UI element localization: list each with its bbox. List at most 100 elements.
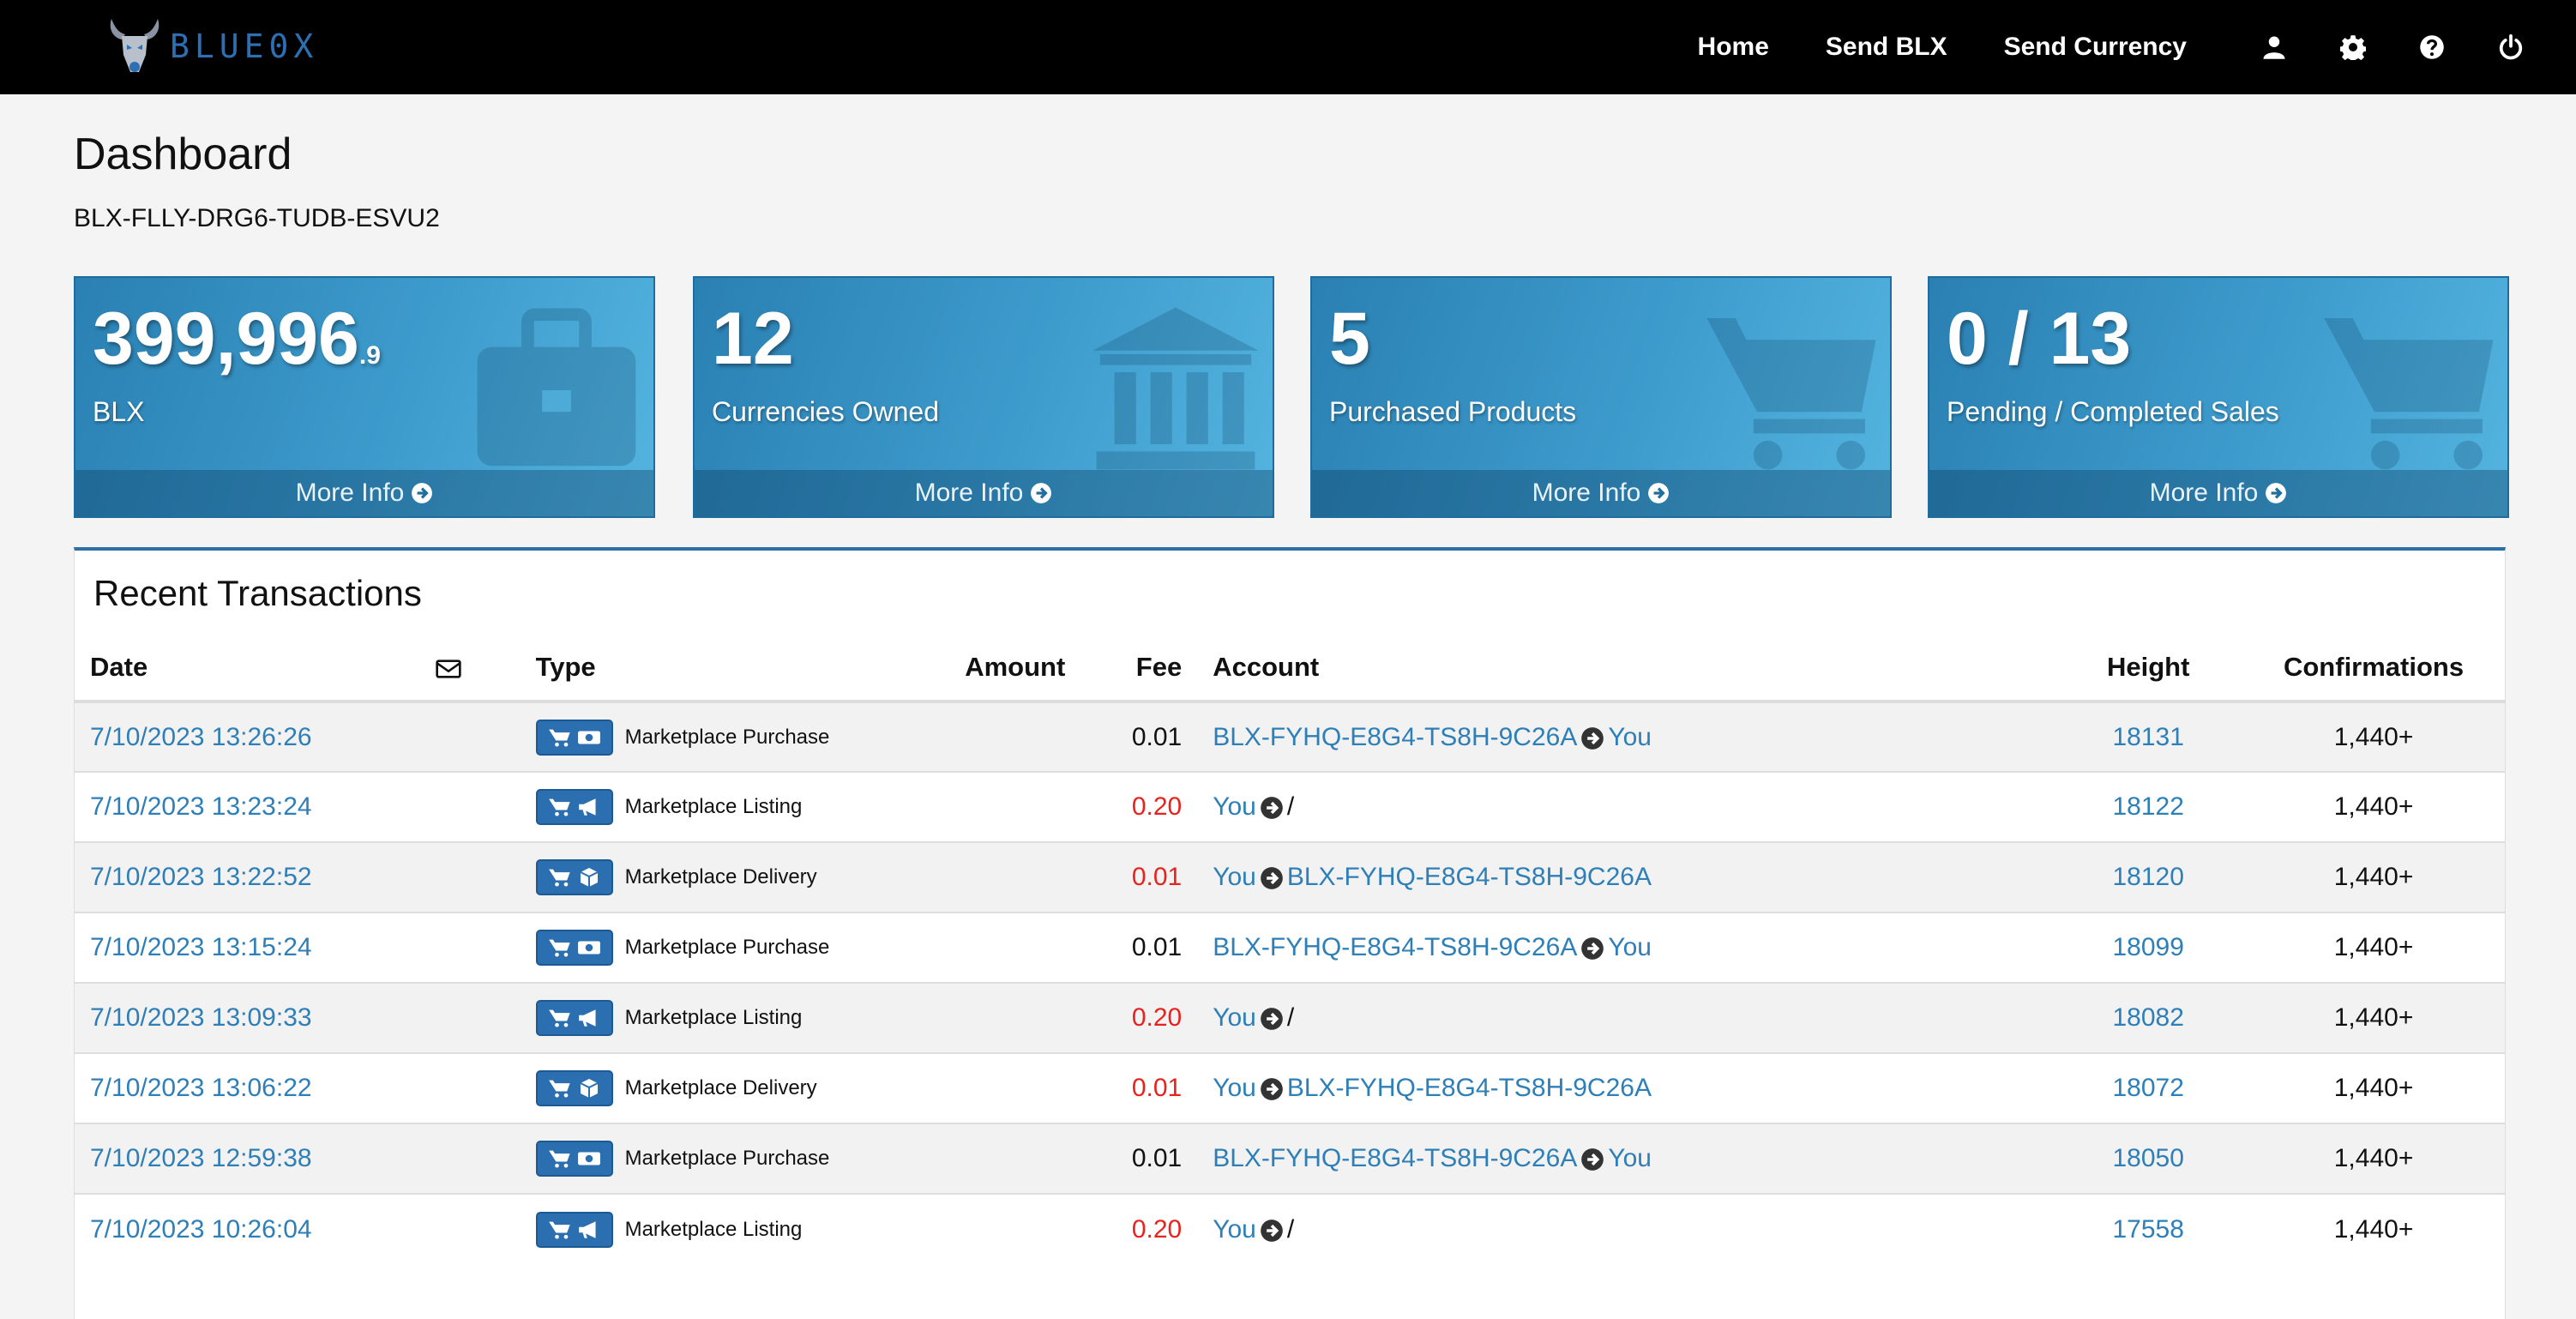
question-icon[interactable]	[2392, 0, 2471, 94]
tx-height-link[interactable]: 18131	[2113, 723, 2184, 751]
tx-account-to[interactable]: BLX-FYHQ-E8G4-TS8H-9C26A	[1287, 1074, 1652, 1102]
tx-account-to[interactable]: You	[1608, 723, 1652, 751]
cart-icon	[548, 798, 570, 816]
table-row[interactable]: 7/10/2023 13:22:52 Marketplace Delivery …	[75, 841, 2505, 912]
more-info-link-currencies[interactable]: More Info	[695, 470, 1273, 516]
tx-date[interactable]: 7/10/2023 13:09:33	[75, 982, 435, 1053]
type-badge[interactable]	[535, 1211, 613, 1248]
arrow-circle-right-icon	[1647, 482, 1670, 504]
col-date[interactable]: Date	[75, 635, 435, 703]
more-info-link-purchased[interactable]: More Info	[1312, 470, 1890, 516]
tx-amount	[906, 1123, 1086, 1194]
tx-height-link[interactable]: 18099	[2113, 933, 2184, 961]
tx-date-link[interactable]: 7/10/2023 13:09:33	[90, 1003, 312, 1032]
table-row[interactable]: 7/10/2023 13:26:26 Marketplace Purchase …	[75, 701, 2505, 772]
cart-icon	[548, 869, 570, 887]
table-row[interactable]: 7/10/2023 13:23:24 Marketplace Listing 0…	[75, 771, 2505, 842]
tx-date-link[interactable]: 7/10/2023 13:26:26	[90, 723, 312, 751]
tx-height-link[interactable]: 18050	[2113, 1144, 2184, 1172]
table-row[interactable]: 7/10/2023 13:09:33 Marketplace Listing 0…	[75, 982, 2505, 1053]
tx-account-to: /	[1286, 1003, 1295, 1032]
tx-height[interactable]: 17558	[2054, 1193, 2243, 1264]
type-badge[interactable]	[535, 719, 613, 756]
tx-amount	[906, 841, 1086, 912]
tx-account-from[interactable]: You	[1213, 1074, 1256, 1102]
type-badge[interactable]	[535, 1070, 613, 1106]
tx-height[interactable]: 18099	[2054, 912, 2243, 983]
type-badge[interactable]	[535, 930, 613, 966]
arrow-circle-right-icon	[1030, 482, 1052, 504]
brand-logo[interactable]: BLUE0X	[106, 15, 318, 77]
col-amount[interactable]: Amount	[906, 635, 1086, 703]
tx-account-to[interactable]: BLX-FYHQ-E8G4-TS8H-9C26A	[1287, 863, 1652, 891]
gear-icon[interactable]	[2314, 0, 2392, 94]
tx-height-link[interactable]: 17558	[2113, 1215, 2184, 1244]
table-row[interactable]: 7/10/2023 13:06:22 Marketplace Delivery …	[75, 1052, 2505, 1123]
nav-home-link[interactable]: Home	[1698, 33, 1769, 62]
tx-account-from[interactable]: BLX-FYHQ-E8G4-TS8H-9C26A	[1213, 1144, 1577, 1172]
info-box-currencies: 12 Currencies Owned More Info	[693, 276, 1274, 518]
tx-height-link[interactable]: 18122	[2113, 792, 2184, 821]
tx-height[interactable]: 18072	[2054, 1052, 2243, 1123]
tx-date[interactable]: 7/10/2023 12:59:38	[75, 1123, 435, 1194]
tx-date[interactable]: 7/10/2023 13:06:22	[75, 1052, 435, 1123]
tx-date-link[interactable]: 7/10/2023 13:22:52	[90, 863, 312, 891]
tx-account-from[interactable]: You	[1213, 792, 1256, 821]
tx-date[interactable]: 7/10/2023 13:15:24	[75, 912, 435, 983]
tx-fee: 0.01	[1086, 701, 1198, 772]
tx-account-from[interactable]: You	[1213, 863, 1256, 891]
nav-send-blx-link[interactable]: Send BLX	[1826, 33, 1947, 62]
tx-date[interactable]: 7/10/2023 13:26:26	[75, 701, 435, 772]
tx-message	[434, 982, 521, 1053]
tx-account-to[interactable]: You	[1608, 933, 1652, 961]
col-height[interactable]: Height	[2054, 635, 2243, 703]
tx-fee: 0.01	[1086, 912, 1198, 983]
cart-icon	[548, 729, 570, 746]
type-badge[interactable]	[535, 1141, 613, 1177]
nav-send-currency-link[interactable]: Send Currency	[2004, 33, 2187, 62]
tx-date-link[interactable]: 7/10/2023 12:59:38	[90, 1144, 312, 1172]
table-row[interactable]: 7/10/2023 12:59:38 Marketplace Purchase …	[75, 1123, 2505, 1194]
tx-fee: 0.01	[1086, 841, 1198, 912]
tx-height[interactable]: 18120	[2054, 841, 2243, 912]
tx-date[interactable]: 7/10/2023 13:22:52	[75, 841, 435, 912]
type-badge[interactable]	[535, 789, 613, 825]
tx-account-from[interactable]: BLX-FYHQ-E8G4-TS8H-9C26A	[1213, 723, 1577, 751]
tx-height-link[interactable]: 18082	[2113, 1003, 2184, 1032]
type-badge[interactable]	[535, 1000, 613, 1036]
col-account[interactable]: Account	[1197, 635, 2055, 703]
col-type[interactable]: Type	[520, 635, 906, 703]
currencies-label: Currencies Owned	[712, 396, 939, 427]
tx-account: You BLX-FYHQ-E8G4-TS8H-9C26A	[1197, 841, 2055, 912]
tx-account-from[interactable]: You	[1213, 1215, 1256, 1244]
tx-height-link[interactable]: 18072	[2113, 1074, 2184, 1102]
tx-height[interactable]: 18050	[2054, 1123, 2243, 1194]
col-fee[interactable]: Fee	[1086, 635, 1198, 703]
table-row[interactable]: 7/10/2023 10:26:04 Marketplace Listing 0…	[75, 1193, 2505, 1264]
tx-confirmations: 1,440+	[2242, 982, 2505, 1053]
tx-height[interactable]: 18082	[2054, 982, 2243, 1053]
user-icon[interactable]	[2235, 0, 2314, 94]
tx-date[interactable]: 7/10/2023 10:26:04	[75, 1193, 435, 1264]
tx-date[interactable]: 7/10/2023 13:23:24	[75, 771, 435, 842]
tx-message	[434, 1123, 521, 1194]
tx-height[interactable]: 18131	[2054, 701, 2243, 772]
type-badge[interactable]	[535, 859, 613, 895]
tx-account-from[interactable]: You	[1213, 1003, 1256, 1032]
tx-type-label: Marketplace Delivery	[624, 1076, 817, 1099]
power-icon[interactable]	[2471, 0, 2550, 94]
tx-date-link[interactable]: 7/10/2023 13:06:22	[90, 1074, 312, 1102]
more-info-link-sales[interactable]: More Info	[1929, 470, 2507, 516]
tx-date-link[interactable]: 7/10/2023 13:23:24	[90, 792, 312, 821]
tx-date-link[interactable]: 7/10/2023 13:15:24	[90, 933, 312, 961]
table-row[interactable]: 7/10/2023 13:15:24 Marketplace Purchase …	[75, 912, 2505, 983]
more-info-link-balance[interactable]: More Info	[75, 470, 653, 516]
arrow-circle-right-icon	[1260, 1219, 1284, 1243]
tx-height[interactable]: 18122	[2054, 771, 2243, 842]
tx-date-link[interactable]: 7/10/2023 10:26:04	[90, 1215, 312, 1244]
col-confirmations[interactable]: Confirmations	[2242, 635, 2505, 703]
tx-height-link[interactable]: 18120	[2113, 863, 2184, 891]
tx-account-to[interactable]: You	[1608, 1144, 1652, 1172]
bullhorn-icon	[577, 1008, 601, 1028]
tx-account-from[interactable]: BLX-FYHQ-E8G4-TS8H-9C26A	[1213, 933, 1577, 961]
